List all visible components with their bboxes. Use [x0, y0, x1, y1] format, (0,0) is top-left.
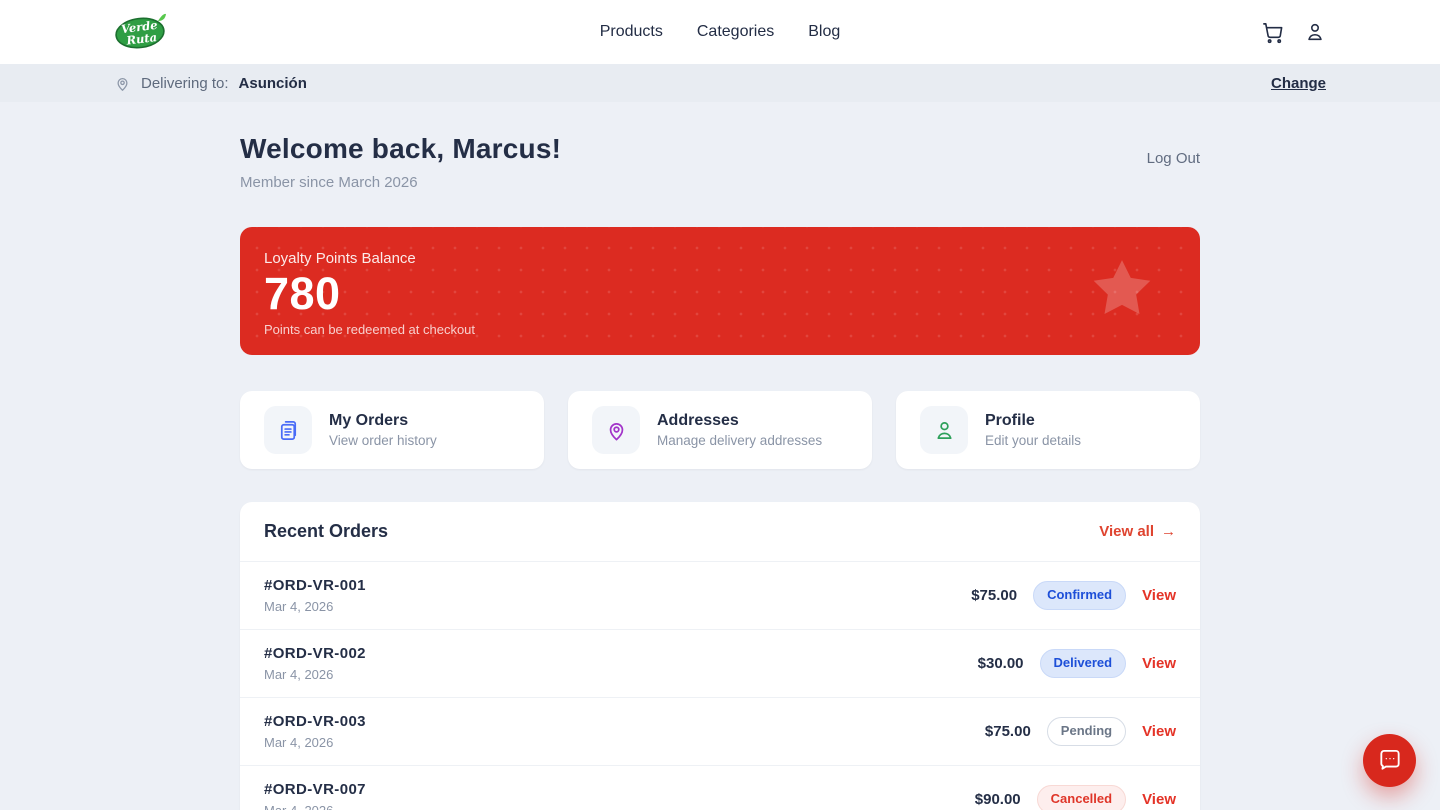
order-id: #ORD-VR-003	[264, 713, 366, 730]
order-id: #ORD-VR-002	[264, 645, 366, 662]
order-date: Mar 4, 2026	[264, 803, 366, 810]
quick-card-title: My Orders	[329, 412, 437, 430]
verde-ruta-logo-icon: Verde Ruta	[114, 12, 166, 52]
page-title: Welcome back, Marcus!	[240, 133, 561, 165]
order-id: #ORD-VR-001	[264, 577, 366, 594]
account-button[interactable]	[1304, 21, 1326, 43]
delivery-bar: Delivering to: Asunción Change	[0, 64, 1440, 102]
loyalty-label: Loyalty Points Balance	[264, 250, 1176, 267]
order-date: Mar 4, 2026	[264, 599, 366, 614]
top-actions	[1261, 21, 1326, 44]
status-badge: Pending	[1047, 717, 1126, 746]
loyalty-points-card: Loyalty Points Balance 780 Points can be…	[240, 227, 1200, 355]
nav-link-categories[interactable]: Categories	[697, 23, 774, 41]
profile-card[interactable]: Profile Edit your details	[896, 391, 1200, 469]
chat-bubble-icon	[1377, 746, 1403, 775]
my-orders-card[interactable]: My Orders View order history	[240, 391, 544, 469]
order-id: #ORD-VR-007	[264, 781, 366, 798]
logout-link[interactable]: Log Out	[1147, 150, 1200, 167]
order-total: $75.00	[959, 723, 1031, 740]
delivery-label: Delivering to:	[141, 75, 229, 92]
nav-link-blog[interactable]: Blog	[808, 23, 840, 41]
logo[interactable]: Verde Ruta	[114, 12, 166, 52]
view-all-link[interactable]: View all →	[1099, 523, 1176, 540]
change-address-link[interactable]: Change	[1271, 75, 1326, 92]
member-since-text: Member since March 2026	[240, 174, 561, 191]
order-row: #ORD-VR-003 Mar 4, 2026 $75.00 Pending V…	[240, 697, 1200, 765]
account-dashboard: Welcome back, Marcus! Member since March…	[240, 133, 1200, 810]
order-total: $90.00	[949, 791, 1021, 808]
order-date: Mar 4, 2026	[264, 735, 366, 750]
order-row: #ORD-VR-002 Mar 4, 2026 $30.00 Delivered…	[240, 629, 1200, 697]
recent-orders-title: Recent Orders	[264, 521, 388, 542]
cart-button[interactable]	[1261, 21, 1284, 44]
loyalty-points-value: 780	[264, 268, 1176, 320]
status-badge: Cancelled	[1037, 785, 1126, 810]
order-row: #ORD-VR-007 Mar 4, 2026 $90.00 Cancelled…	[240, 765, 1200, 810]
addresses-card[interactable]: Addresses Manage delivery addresses	[568, 391, 872, 469]
order-total: $30.00	[952, 655, 1024, 672]
quick-card-subtitle: Edit your details	[985, 433, 1081, 448]
quick-card-title: Addresses	[657, 412, 822, 430]
order-date: Mar 4, 2026	[264, 667, 366, 682]
delivery-city: Asunción	[239, 75, 307, 92]
view-order-link[interactable]: View	[1142, 791, 1176, 808]
loyalty-note: Points can be redeemed at checkout	[264, 322, 1176, 337]
map-pin-icon	[592, 406, 640, 454]
cart-icon	[1261, 21, 1284, 44]
quick-card-title: Profile	[985, 412, 1081, 430]
view-order-link[interactable]: View	[1142, 655, 1176, 672]
orders-icon	[264, 406, 312, 454]
view-order-link[interactable]: View	[1142, 723, 1176, 740]
quick-card-subtitle: Manage delivery addresses	[657, 433, 822, 448]
status-badge: Confirmed	[1033, 581, 1126, 610]
quick-links: My Orders View order history Addresses M…	[240, 391, 1200, 469]
user-icon	[1304, 21, 1326, 43]
arrow-right-icon: →	[1161, 523, 1176, 540]
top-navbar: Verde Ruta Products Categories Blog	[0, 0, 1440, 64]
nav-link-products[interactable]: Products	[600, 23, 663, 41]
star-icon	[1088, 255, 1156, 328]
status-badge: Delivered	[1040, 649, 1127, 678]
order-row: #ORD-VR-001 Mar 4, 2026 $75.00 Confirmed…	[240, 561, 1200, 629]
welcome-section: Welcome back, Marcus! Member since March…	[240, 133, 1200, 191]
map-pin-icon	[114, 75, 131, 92]
recent-orders-card: Recent Orders View all → #ORD-VR-001 Mar…	[240, 502, 1200, 810]
view-order-link[interactable]: View	[1142, 587, 1176, 604]
chat-button[interactable]	[1363, 734, 1416, 787]
quick-card-subtitle: View order history	[329, 433, 437, 448]
profile-icon	[920, 406, 968, 454]
main-nav: Products Categories Blog	[600, 23, 841, 41]
order-total: $75.00	[945, 587, 1017, 604]
